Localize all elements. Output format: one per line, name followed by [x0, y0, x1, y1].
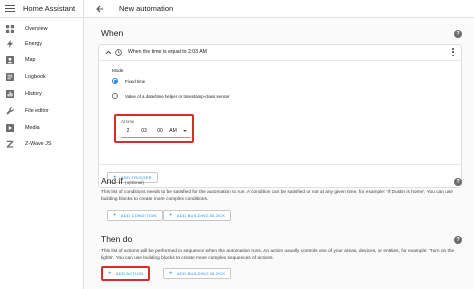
minute-input[interactable]: 03	[138, 126, 150, 136]
add-building-block-condition-button[interactable]: + ADD BUILDING BLOCK	[163, 210, 232, 221]
radio-button[interactable]	[112, 93, 118, 99]
account-icon	[5, 56, 14, 65]
top-bar: New automation	[84, 0, 474, 18]
wrench-icon	[5, 107, 14, 116]
hour-input[interactable]: 2	[124, 126, 132, 136]
at-time-label: At time	[121, 119, 135, 124]
then-do-help-icon[interactable]: ?	[454, 236, 462, 244]
second-input[interactable]: 00	[154, 126, 166, 136]
chevron-up-icon[interactable]	[104, 48, 112, 56]
sidebar-item-label: Map	[25, 57, 36, 63]
chart-icon	[5, 90, 14, 99]
then-do-description: This list of actions will be performed i…	[101, 249, 455, 261]
sidebar-item-media[interactable]: Media	[0, 121, 84, 135]
sidebar-item-label: Media	[25, 125, 40, 131]
sidebar-item-overview[interactable]: Overview	[0, 22, 84, 36]
ampm-value: AM	[169, 128, 177, 134]
grid-icon	[5, 25, 14, 34]
sidebar-item-label: History	[25, 91, 42, 97]
ampm-select[interactable]: AM	[168, 126, 188, 136]
add-action-button[interactable]: + ADD ACTION	[101, 266, 151, 281]
hamburger-menu-icon[interactable]	[5, 4, 15, 13]
add-building-block-label: ADD BUILDING BLOCK	[176, 271, 226, 276]
when-help-icon[interactable]: ?	[454, 30, 462, 38]
add-building-block-action-button[interactable]: + ADD BUILDING BLOCK	[163, 268, 232, 279]
add-action-label: ADD ACTION	[115, 271, 144, 276]
dropdown-caret-icon	[182, 130, 187, 132]
and-if-description: This list of conditions needs to be sati…	[101, 190, 453, 202]
main-content: When ? When the time is equal to 2:03 AM…	[84, 18, 474, 289]
add-condition-label: ADD CONDITION	[120, 213, 157, 218]
radio-button-selected[interactable]	[112, 78, 118, 84]
radio-label: Value of a date/time helper or timestamp…	[125, 93, 230, 99]
trigger-summary: When the time is equal to 2:03 AM	[128, 49, 208, 55]
list-icon	[5, 73, 14, 82]
add-condition-button[interactable]: + ADD CONDITION	[107, 210, 163, 221]
page-title: New automation	[119, 4, 174, 13]
mode-label: Mode	[112, 68, 124, 73]
sidebar-header: Home Assistant	[0, 0, 83, 18]
play-icon	[5, 124, 14, 133]
trigger-footer-divider	[99, 164, 461, 165]
sidebar-item-label: File editor	[25, 108, 49, 114]
at-time-field: At time 2 03 00 AM	[114, 114, 194, 143]
plus-icon: +	[113, 212, 117, 219]
sidebar-item-map[interactable]: Map	[0, 53, 84, 67]
and-if-help-icon[interactable]: ?	[454, 178, 462, 186]
radio-fixed-time[interactable]: Fixed time	[112, 78, 145, 84]
and-if-section-title: And if (optional)	[101, 176, 144, 186]
sidebar-item-logbook[interactable]: Logbook	[0, 70, 84, 84]
triggers-card: When the time is equal to 2:03 AM Mode F…	[98, 44, 462, 188]
plus-icon: +	[108, 270, 112, 277]
app-title: Home Assistant	[23, 4, 76, 13]
trigger-header[interactable]: When the time is equal to 2:03 AM	[99, 45, 461, 59]
radio-helper-value[interactable]: Value of a date/time helper or timestamp…	[112, 93, 230, 99]
sidebar: Home Assistant Overview Energy Map Logbo…	[0, 0, 84, 289]
plus-icon: +	[169, 212, 173, 219]
bolt-icon	[5, 40, 14, 49]
then-do-section-title: Then do	[101, 234, 133, 244]
when-section-title: When	[101, 28, 124, 38]
zwave-icon	[5, 140, 14, 149]
sidebar-item-label: Overview	[25, 26, 48, 32]
sidebar-item-energy[interactable]: Energy	[0, 37, 84, 51]
time-underline	[121, 137, 191, 138]
radio-label: Fixed time	[125, 78, 146, 84]
plus-icon: +	[169, 270, 173, 277]
clock-icon	[115, 48, 122, 56]
sidebar-item-label: Logbook	[25, 74, 46, 80]
back-arrow-icon[interactable]	[95, 4, 105, 14]
add-building-block-label: ADD BUILDING BLOCK	[176, 213, 226, 218]
more-options-icon[interactable]	[450, 48, 456, 56]
sidebar-item-label: Z-Wave JS	[25, 141, 52, 147]
sidebar-item-zwave[interactable]: Z-Wave JS	[0, 137, 84, 151]
sidebar-item-label: Energy	[25, 41, 43, 47]
sidebar-item-history[interactable]: History	[0, 87, 84, 101]
sidebar-item-file-editor[interactable]: File editor	[0, 104, 84, 118]
trigger-divider	[99, 60, 461, 61]
optional-label: (optional)	[125, 180, 144, 185]
and-if-title: And if	[101, 176, 123, 186]
